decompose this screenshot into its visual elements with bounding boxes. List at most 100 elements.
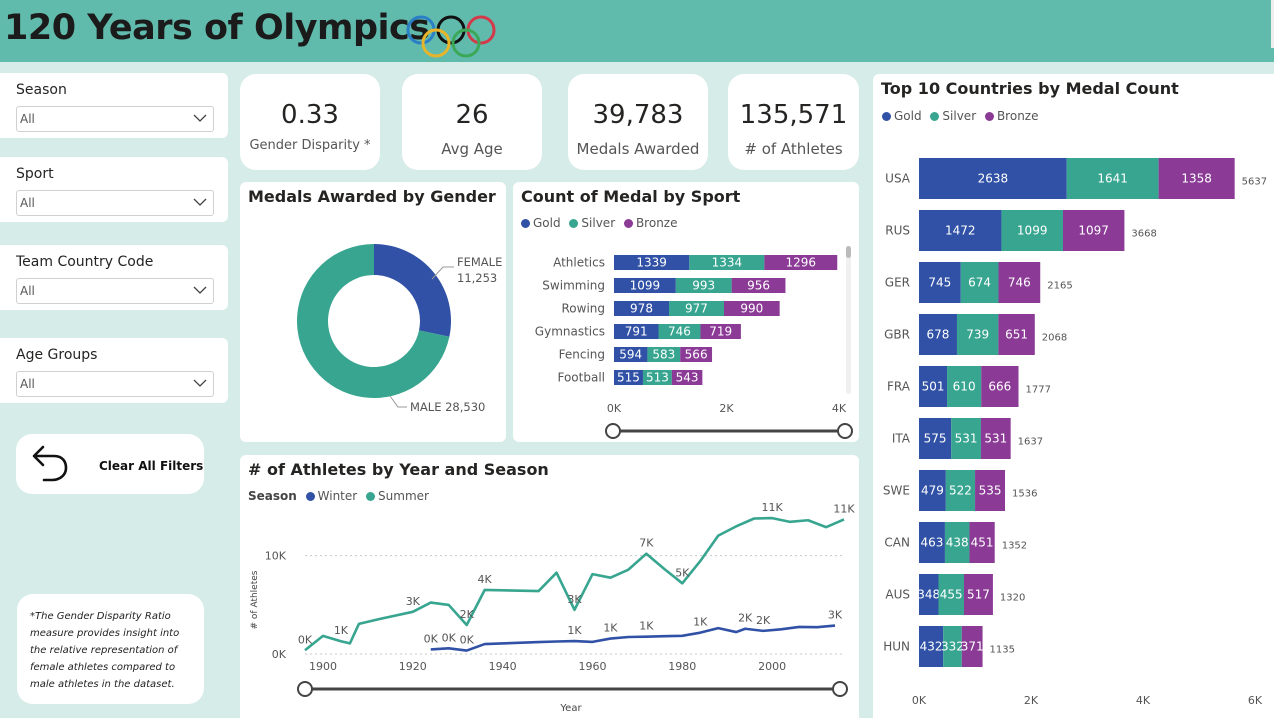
slicer-label: Sport — [16, 166, 54, 182]
bar-value-label: 978 — [630, 302, 653, 316]
bar-total-label: 1320 — [1000, 593, 1025, 604]
slicer-season[interactable]: Season All — [0, 73, 228, 138]
bar-value-label: 575 — [924, 432, 947, 446]
bar-value-label: 1099 — [630, 279, 661, 293]
bar-value-label: 348 — [917, 588, 940, 602]
category-label: Fencing — [559, 348, 605, 362]
data-label: 4K — [478, 573, 493, 586]
kpi-avg-age: 26 Avg Age — [402, 74, 542, 170]
bar-value-label: 674 — [968, 276, 991, 290]
bar-value-label: 438 — [946, 536, 969, 550]
undo-arrow-icon — [32, 445, 68, 482]
bar-value-label: 1339 — [636, 256, 667, 270]
kpi-value: 135,571 — [739, 100, 848, 130]
dropdown-value: All — [20, 284, 35, 298]
clear-filters-label: Clear All Filters — [99, 459, 204, 473]
x-tick-label: 1980 — [668, 660, 696, 673]
bar-value-label: 515 — [617, 371, 640, 385]
slice-label: MALE 28,530 — [410, 400, 485, 414]
bar-value-label: 678 — [927, 328, 950, 342]
y-axis-title: # of Athletes — [250, 570, 260, 629]
data-label: 11K — [762, 501, 784, 514]
chevron-down-icon — [193, 198, 207, 206]
kpi-value: 0.33 — [281, 100, 339, 130]
bar-value-label: 651 — [1005, 328, 1028, 342]
bar-value-label: 535 — [979, 484, 1002, 498]
bar-value-label: 1472 — [945, 224, 976, 238]
bar-value-label: 543 — [676, 371, 699, 385]
age-groups-dropdown[interactable]: All — [16, 371, 214, 397]
category-label: RUS — [885, 224, 910, 238]
chevron-down-icon — [193, 286, 207, 294]
x-tick-label: 6K — [1248, 694, 1263, 707]
x-tick-label: 2000 — [758, 660, 786, 673]
slicer-label: Season — [16, 82, 67, 98]
bar-value-label: 566 — [685, 348, 708, 362]
countries-chart-card: Top 10 Countries by Medal Count Gold Sil… — [873, 74, 1274, 718]
kpi-value: 26 — [455, 100, 489, 130]
leader-line — [389, 395, 407, 408]
note-text: *The Gender Disparity Ratio measure prov… — [30, 611, 180, 690]
category-label: AUS — [885, 588, 910, 602]
olympic-rings-icon — [406, 15, 496, 58]
slicer-sport[interactable]: Sport All — [0, 157, 228, 222]
bar-value-label: 719 — [709, 325, 732, 339]
line-series-winter — [430, 624, 836, 652]
year-slider-handle-end — [832, 681, 848, 697]
sport-dropdown[interactable]: All — [16, 190, 214, 216]
data-label: 1K — [567, 624, 582, 637]
year-slider-handle-start — [297, 681, 313, 697]
bar-total-label: 1637 — [1018, 437, 1043, 448]
bar-value-label: 745 — [928, 276, 951, 290]
sport-bar-chart: Athletics 1339 1334 1296 Swimming 1099 993 956 R… — [535, 246, 853, 439]
clear-filters-button[interactable]: Clear All Filters — [16, 434, 204, 494]
bar-value-label: 479 — [921, 484, 944, 498]
bar-total-label: 2068 — [1042, 333, 1067, 344]
data-label: 0K — [442, 631, 457, 644]
bar-value-label: 977 — [685, 302, 708, 316]
category-label: CAN — [884, 536, 910, 550]
kpi-label: Avg Age — [441, 140, 503, 158]
kpi-value: 39,783 — [592, 100, 684, 130]
bar-value-label: 956 — [747, 279, 770, 293]
slice-label: FEMALE — [457, 255, 502, 269]
bar-value-label: 746 — [668, 325, 691, 339]
category-label: Rowing — [561, 302, 605, 316]
slice-value: 11,253 — [457, 271, 497, 285]
bar-value-label: 583 — [652, 348, 675, 362]
countries-bar-chart: USA 2638 1641 1358 5637 RUS 1472 1099 1097 3668 GE… — [883, 158, 1267, 707]
x-tick-label: 4K — [832, 402, 847, 415]
x-tick-label: 1900 — [309, 660, 337, 673]
country-dropdown[interactable]: All — [16, 278, 214, 304]
kpi-label: Gender Disparity * — [249, 138, 371, 153]
kpi-medals-awarded: 39,783 Medals Awarded — [568, 74, 708, 170]
bar-value-label: 993 — [692, 279, 715, 293]
slicer-age-groups[interactable]: Age Groups All — [0, 338, 228, 403]
bar-value-label: 1334 — [712, 256, 743, 270]
data-label: 7K — [639, 537, 654, 550]
bar-value-label: 666 — [988, 380, 1011, 394]
data-label: 1K — [334, 624, 349, 637]
bar-value-label: 451 — [971, 536, 994, 550]
slicer-team-country-code[interactable]: Team Country Code All — [0, 245, 228, 310]
data-label: 1K — [639, 620, 654, 633]
kpi-label: Medals Awarded — [576, 140, 700, 158]
bar-total-label: 1536 — [1012, 489, 1037, 500]
data-label: 0K — [424, 632, 439, 645]
bar-total-label: 1352 — [1002, 541, 1027, 552]
bar-value-label: 1358 — [1181, 172, 1212, 186]
bar-value-label: 739 — [966, 328, 989, 342]
kpi-athletes: 135,571 # of Athletes — [728, 74, 859, 170]
bar-total-label: 5637 — [1242, 177, 1267, 188]
bar-value-label: 531 — [955, 432, 978, 446]
chevron-down-icon — [193, 114, 207, 122]
sport-chart-card: Count of Medal by Sport Gold Silver Bron… — [513, 182, 859, 442]
category-label: FRA — [887, 380, 911, 394]
bar-value-label: 371 — [961, 640, 984, 654]
x-tick-label: 1960 — [578, 660, 606, 673]
data-label: 0K — [460, 634, 475, 647]
data-label: 3K — [406, 595, 421, 608]
season-dropdown[interactable]: All — [16, 106, 214, 132]
dropdown-value: All — [20, 377, 35, 391]
bar-value-label: 990 — [740, 302, 763, 316]
